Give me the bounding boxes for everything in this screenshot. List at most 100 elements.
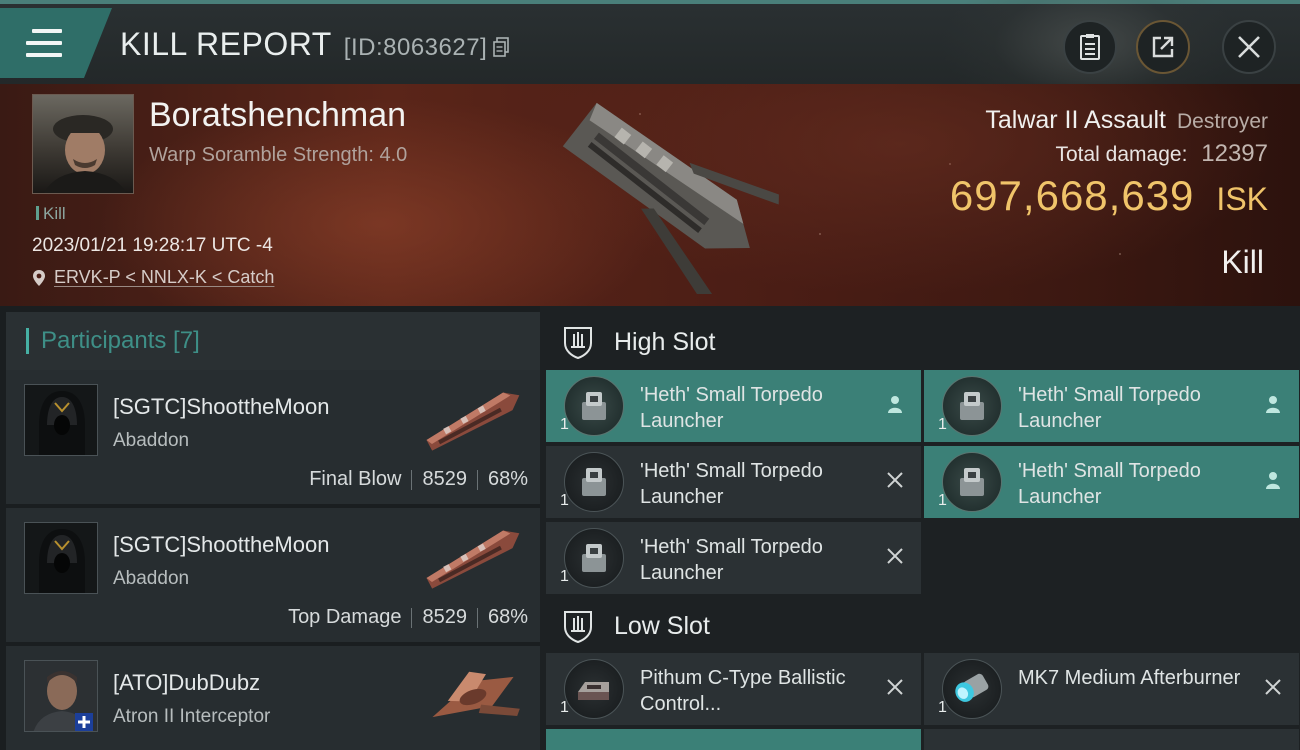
- close-button[interactable]: [1222, 20, 1276, 74]
- participant-tag: Top Damage: [288, 606, 402, 628]
- participant-row[interactable]: [SGTC]ShoottheMoon Abaddon Top Damage 85…: [6, 508, 540, 642]
- isk-value: 697,668,639: [949, 172, 1195, 219]
- victim-banner: Boratshenchman Warp Soramble Strength: 4…: [0, 84, 1300, 306]
- module-quantity: 1: [938, 416, 947, 433]
- module-item[interactable]: 1 Pithum C-Type Ballistic Control...: [546, 653, 921, 725]
- participant-stats: Final Blow 8529 68%: [309, 468, 528, 491]
- participants-header[interactable]: Participants [7]: [6, 312, 540, 370]
- module-item[interactable]: 1 MK7 Medium Afterburner: [924, 653, 1299, 725]
- module-quantity: 1: [560, 568, 569, 585]
- page-title-text: KILL REPORT: [120, 26, 332, 62]
- top-bar: KILL REPORT [ID:8063627]: [0, 0, 1300, 124]
- participant-ship-image: [432, 671, 520, 718]
- module-quantity: 1: [560, 699, 569, 716]
- torpedo-launcher-icon: [564, 452, 624, 512]
- ship-name-text: Talwar II Assault: [985, 106, 1167, 134]
- victim-ship-name: Talwar II Assault Destroyer: [985, 106, 1268, 135]
- isk-value-line: 697,668,639 ISK: [950, 172, 1268, 220]
- participant-row[interactable]: [SGTC]ShoottheMoon Abaddon Final Blow 85…: [6, 370, 540, 504]
- destroyed-x-icon: [883, 675, 907, 699]
- destroyed-x-icon: [883, 544, 907, 568]
- torpedo-launcher-icon: [942, 452, 1002, 512]
- menu-icon: [26, 29, 62, 57]
- ship-class: Destroyer: [1176, 110, 1268, 133]
- participant-ship: Abaddon: [113, 430, 190, 451]
- low-slot-icon: [564, 611, 592, 643]
- page-title: KILL REPORT [ID:8063627]: [120, 26, 510, 63]
- high-slot-icon: [564, 327, 592, 359]
- module-quantity: 1: [938, 699, 947, 716]
- module-quantity: 1: [938, 492, 947, 509]
- report-id: [ID:8063627]: [343, 34, 488, 61]
- total-damage: Total damage: 12397: [1055, 140, 1268, 168]
- high-slot-header: High Slot: [540, 312, 1300, 372]
- menu-button[interactable]: [0, 8, 112, 78]
- divider: [476, 607, 478, 628]
- isk-unit: ISK: [1216, 181, 1268, 217]
- module-item[interactable]: 1 'Heth' Small Torpedo Launcher: [924, 370, 1299, 442]
- module-name: 'Heth' Small Torpedo Launcher: [1018, 384, 1201, 432]
- kill-location[interactable]: ERVK-P < NNLX-K < Catch: [32, 267, 274, 288]
- destroyed-x-icon: [883, 468, 907, 492]
- ballistic-control-icon: [564, 659, 624, 719]
- module-quantity: 1: [560, 492, 569, 509]
- warp-scramble-strength: Warp Soramble Strength: 4.0: [149, 144, 408, 166]
- module-name: 'Heth' Small Torpedo Launcher: [640, 460, 823, 508]
- divider: [476, 469, 478, 490]
- share-icon: [1152, 36, 1174, 58]
- participant-tag: Final Blow: [309, 468, 402, 490]
- dropped-person-icon: [1261, 392, 1285, 416]
- module-item-partial[interactable]: [546, 729, 921, 750]
- participant-ship: Atron II Interceptor: [113, 706, 271, 727]
- torpedo-launcher-icon: [564, 528, 624, 588]
- module-name: 'Heth' Small Torpedo Launcher: [640, 536, 823, 584]
- kill-tag: Kill: [36, 204, 66, 224]
- high-slot-title: High Slot: [614, 327, 716, 356]
- afterburner-icon: [942, 659, 1002, 719]
- torpedo-launcher-icon: [564, 376, 624, 436]
- module-quantity: 1: [560, 416, 569, 433]
- dropped-person-icon: [883, 392, 907, 416]
- module-item[interactable]: 1 'Heth' Small Torpedo Launcher: [546, 370, 921, 442]
- participant-row[interactable]: [ATO]DubDubz Atron II Interceptor: [6, 646, 540, 750]
- participant-avatar[interactable]: [24, 384, 98, 456]
- divider: [411, 469, 413, 490]
- location-pin-icon: [33, 269, 45, 286]
- victim-ship-image: [562, 102, 779, 294]
- participant-ship-image: [426, 392, 520, 451]
- module-name: 'Heth' Small Torpedo Launcher: [640, 384, 823, 432]
- participant-name: [SGTC]ShoottheMoon: [113, 394, 330, 419]
- total-damage-value: 12397: [1201, 140, 1268, 167]
- module-item[interactable]: 1 'Heth' Small Torpedo Launcher: [924, 446, 1299, 518]
- kill-result-label: Kill: [1221, 244, 1264, 280]
- participant-avatar[interactable]: [24, 660, 98, 732]
- module-name: 'Heth' Small Torpedo Launcher: [1018, 460, 1201, 508]
- destroyed-x-icon: [1261, 675, 1285, 699]
- report-button[interactable]: [1063, 20, 1117, 74]
- victim-portrait[interactable]: [32, 94, 134, 194]
- participant-ship: Abaddon: [113, 568, 190, 589]
- participant-name: [ATO]DubDubz: [113, 670, 261, 695]
- participant-damage: 8529: [422, 468, 467, 490]
- kill-timestamp: 2023/01/21 19:28:17 UTC -4: [32, 235, 273, 256]
- participant-damage: 8529: [422, 606, 467, 628]
- copy-icon[interactable]: [493, 28, 510, 57]
- participant-avatar[interactable]: [24, 522, 98, 594]
- module-item[interactable]: 1 'Heth' Small Torpedo Launcher: [546, 522, 921, 594]
- divider: [411, 607, 413, 628]
- share-button[interactable]: [1136, 20, 1190, 74]
- module-item-partial[interactable]: [924, 729, 1299, 750]
- participant-percent: 68%: [487, 606, 528, 628]
- fitting-panel: High Slot 1 'Heth' Small Torpedo Launche…: [540, 306, 1300, 750]
- participant-percent: 68%: [487, 468, 528, 490]
- module-item[interactable]: 1 'Heth' Small Torpedo Launcher: [546, 446, 921, 518]
- location-link[interactable]: ERVK-P < NNLX-K < Catch: [54, 267, 274, 288]
- participant-name: [SGTC]ShoottheMoon: [113, 532, 330, 557]
- participant-stats: Top Damage 8529 68%: [288, 606, 528, 629]
- torpedo-launcher-icon: [942, 376, 1002, 436]
- participant-ship-image: [426, 530, 520, 589]
- module-name: Pithum C-Type Ballistic Control...: [640, 667, 846, 715]
- report-icon: [1080, 34, 1100, 60]
- participants-panel: Participants [7] [SGTC]ShoottheMoon Abad…: [0, 306, 540, 750]
- module-name: MK7 Medium Afterburner: [1018, 667, 1241, 689]
